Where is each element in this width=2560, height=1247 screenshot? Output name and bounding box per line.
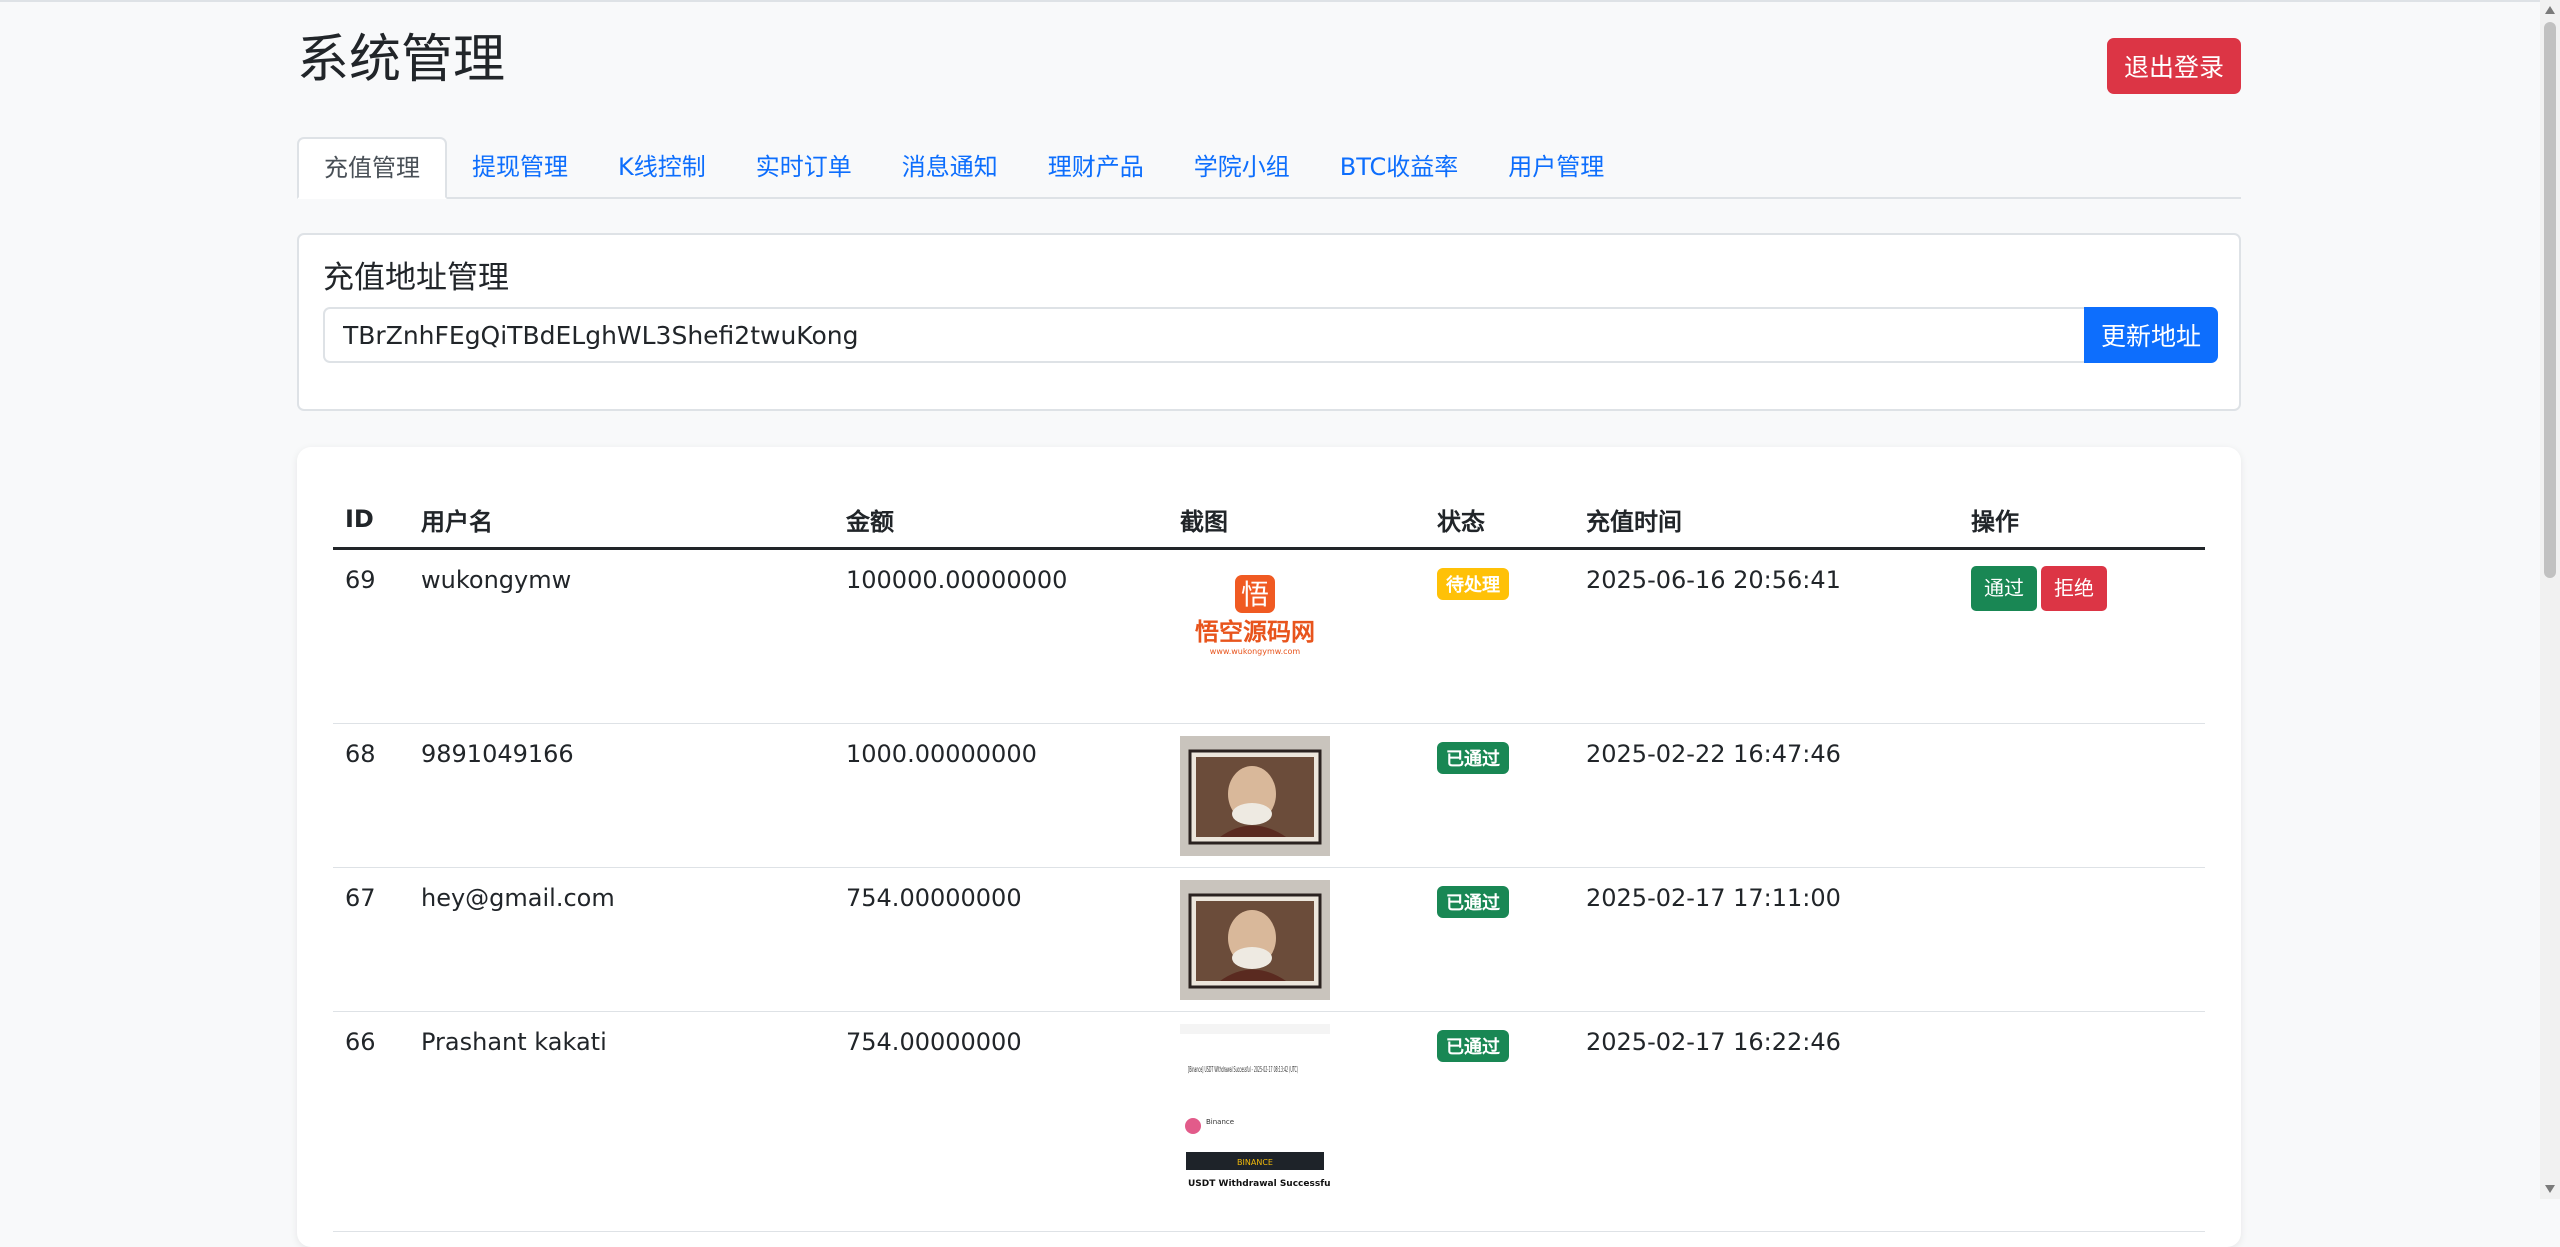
- screenshot-thumbnail[interactable]: [1180, 736, 1330, 856]
- tab-orders[interactable]: 实时订单: [731, 137, 877, 197]
- logo-name: 悟空源码网: [1195, 618, 1315, 646]
- status-badge: 待处理: [1437, 568, 1509, 600]
- cell-amount: 1000.00000000: [834, 723, 1168, 868]
- status-badge: 已通过: [1437, 886, 1509, 918]
- table-header-row: ID 用户名 金额 截图 状态 充值时间 操作: [333, 491, 2205, 550]
- cell-time: 2025-06-16 20:56:41: [1574, 548, 1959, 724]
- logout-button[interactable]: 退出登录: [2107, 38, 2241, 94]
- table-row: 67 hey@gmail.com 754.00000000 已通过 2025-0…: [333, 867, 2205, 1012]
- tab-users[interactable]: 用户管理: [1483, 137, 1629, 197]
- cell-time: 2025-02-17 17:11:00: [1574, 867, 1959, 1012]
- table-row: 68 9891049166 1000.00000000 已通过 2025-02-…: [333, 723, 2205, 868]
- cell-amount: 100000.00000000: [834, 548, 1168, 724]
- recharge-table-card: ID 用户名 金额 截图 状态 充值时间 操作 69 wukongymw 100…: [297, 447, 2241, 1247]
- address-input[interactable]: [323, 307, 2084, 363]
- logo-char: 悟: [1241, 578, 1269, 611]
- receipt-heading: USDT Withdrawal Successful: [1188, 1179, 1330, 1189]
- screenshot-thumbnail[interactable]: [Binance] USDT Withdrawal Successful - 2…: [1180, 1024, 1330, 1204]
- logo-url: www.wukongymw.com: [1210, 647, 1301, 656]
- cell-status: 待处理: [1425, 548, 1574, 724]
- column-header-screenshot: 截图: [1168, 491, 1425, 550]
- reject-button[interactable]: 拒绝: [2041, 566, 2107, 611]
- cell-amount: 754.00000000: [834, 867, 1168, 1012]
- page-title: 系统管理: [297, 30, 506, 90]
- column-header-amount: 金额: [834, 491, 1168, 550]
- tab-kline[interactable]: K线控制: [593, 137, 731, 197]
- cell-status: 已通过: [1425, 723, 1574, 868]
- cell-screenshot: [1168, 723, 1425, 868]
- vertical-scrollbar[interactable]: [2540, 0, 2560, 1199]
- cell-id: 67: [333, 867, 409, 1012]
- address-card: 充值地址管理 更新地址: [297, 233, 2241, 411]
- top-border: [0, 0, 2560, 2]
- column-header-id: ID: [333, 491, 409, 550]
- cell-status: 已通过: [1425, 867, 1574, 1012]
- tab-recharge[interactable]: 充值管理: [297, 137, 447, 199]
- triangle-down-icon[interactable]: [2545, 1185, 2555, 1193]
- column-header-actions: 操作: [1959, 491, 2205, 550]
- update-address-button[interactable]: 更新地址: [2084, 307, 2218, 363]
- column-header-time: 充值时间: [1574, 491, 1959, 550]
- cell-time: 2025-02-22 16:47:46: [1574, 723, 1959, 868]
- cell-username: 9891049166: [409, 723, 834, 868]
- cell-actions: 通过 拒绝: [1959, 548, 2205, 724]
- screenshot-thumbnail[interactable]: [1180, 880, 1330, 1000]
- tab-academy[interactable]: 学院小组: [1169, 137, 1315, 197]
- approve-button[interactable]: 通过: [1971, 566, 2037, 611]
- cell-screenshot: 悟 悟空源码网 www.wukongymw.com: [1168, 548, 1425, 724]
- status-badge: 已通过: [1437, 1030, 1509, 1062]
- address-card-title: 充值地址管理: [323, 260, 509, 296]
- tab-products[interactable]: 理财产品: [1023, 137, 1169, 197]
- nav-tabs: 充值管理 提现管理 K线控制 实时订单 消息通知 理财产品 学院小组 BTC收益…: [297, 137, 2241, 199]
- cell-id: 68: [333, 723, 409, 868]
- cell-username: wukongymw: [409, 548, 834, 724]
- tab-notifications[interactable]: 消息通知: [877, 137, 1023, 197]
- tab-withdraw[interactable]: 提现管理: [447, 137, 593, 197]
- scrollbar-thumb[interactable]: [2544, 22, 2556, 578]
- screenshot-thumbnail[interactable]: 悟 悟空源码网 www.wukongymw.com: [1180, 562, 1330, 682]
- cell-screenshot: [1168, 867, 1425, 1012]
- cell-actions: [1959, 723, 2205, 868]
- column-header-status: 状态: [1425, 491, 1574, 550]
- receipt-title: [Binance] USDT Withdrawal Successful - 2…: [1188, 1065, 1298, 1074]
- triangle-up-icon[interactable]: [2545, 6, 2555, 14]
- status-badge: 已通过: [1437, 742, 1509, 774]
- recharge-table: ID 用户名 金额 截图 状态 充值时间 操作 69 wukongymw 100…: [333, 491, 2205, 1232]
- cell-username: hey@gmail.com: [409, 867, 834, 1012]
- cell-actions: [1959, 867, 2205, 1012]
- receipt-brand: BINANCE: [1237, 1158, 1273, 1167]
- cell-id: 69: [333, 548, 409, 724]
- tab-btc-yield[interactable]: BTC收益率: [1315, 137, 1483, 197]
- table-row: 69 wukongymw 100000.00000000 悟 悟空源码网 www…: [333, 548, 2205, 724]
- column-header-username: 用户名: [409, 491, 834, 550]
- receipt-sender: Binance: [1206, 1118, 1234, 1126]
